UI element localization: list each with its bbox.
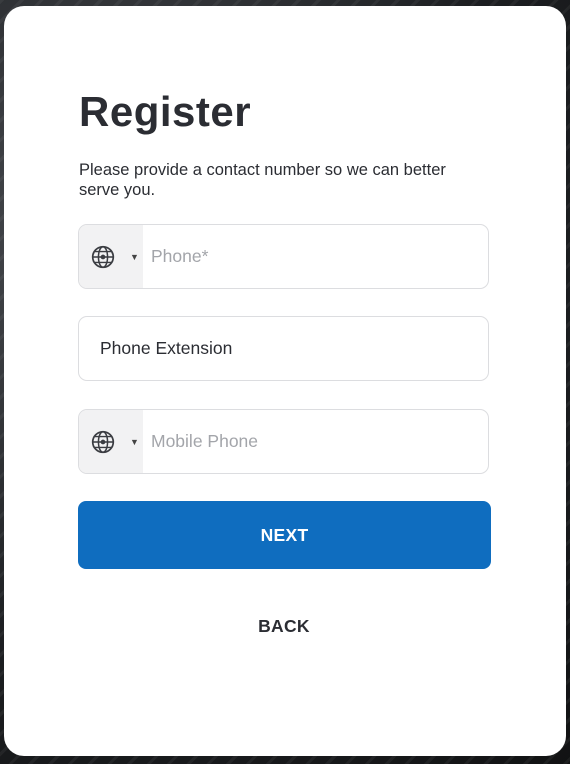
phone-field: ▼	[78, 224, 489, 289]
mobile-phone-field: ▼	[78, 409, 489, 474]
mobile-country-selector[interactable]: ▼	[79, 410, 143, 473]
next-button[interactable]: NEXT	[78, 501, 491, 569]
mobile-phone-input[interactable]	[143, 410, 488, 473]
caret-down-icon: ▼	[130, 251, 139, 262]
phone-extension-input[interactable]	[79, 317, 488, 380]
register-card: Register Please provide a contact number…	[4, 6, 566, 756]
page-title: Register	[79, 88, 252, 135]
caret-down-icon: ▼	[130, 436, 139, 447]
phone-input[interactable]	[143, 225, 488, 288]
globe-icon	[91, 245, 115, 268]
back-button[interactable]: BACK	[184, 606, 384, 646]
globe-icon	[91, 430, 115, 453]
phone-extension-field	[78, 316, 489, 381]
page-subtitle: Please provide a contact number so we ca…	[79, 161, 446, 199]
phone-country-selector[interactable]: ▼	[79, 225, 143, 288]
